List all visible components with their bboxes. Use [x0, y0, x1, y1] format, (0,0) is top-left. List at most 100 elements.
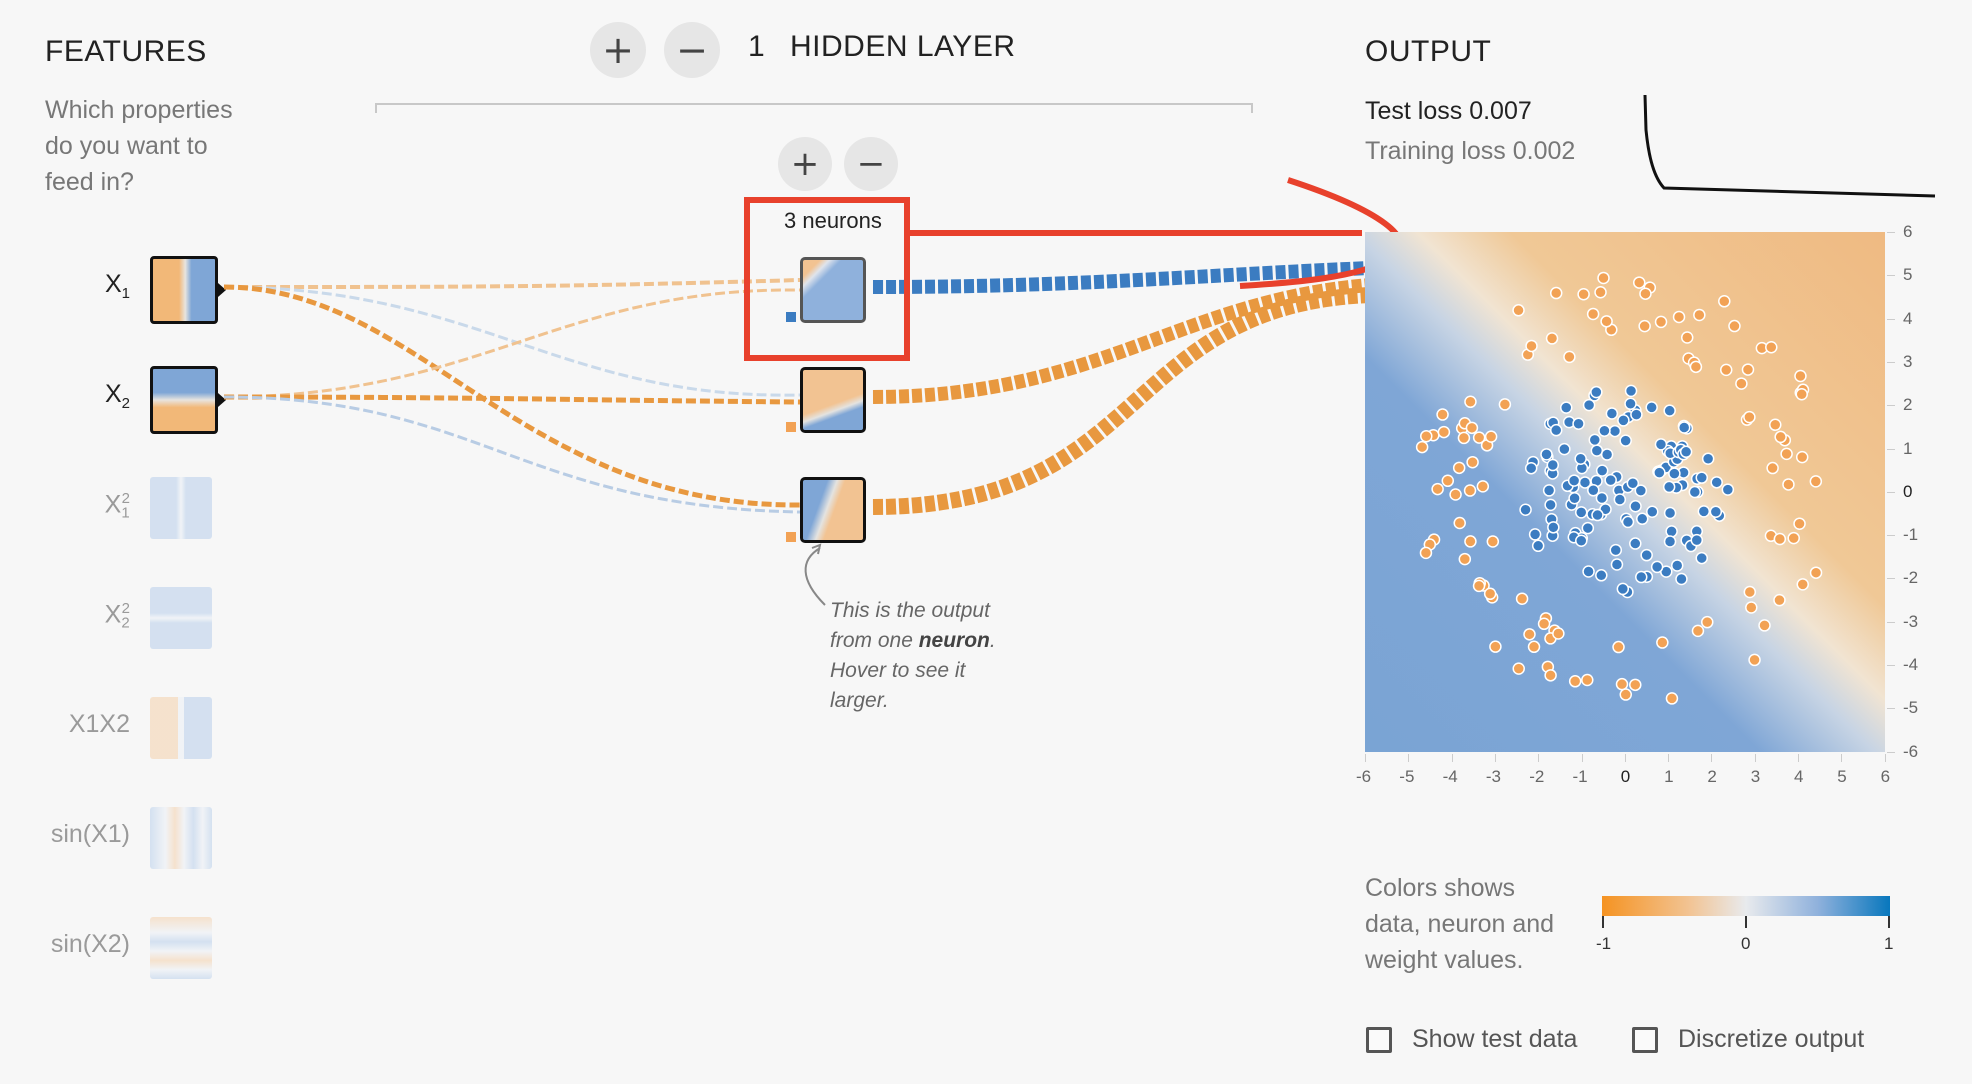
features-title: FEATURES: [45, 35, 207, 68]
scale-tick-mid: [1745, 916, 1747, 928]
data-point: [1419, 546, 1433, 560]
data-point: [1616, 582, 1630, 596]
legend-line-3: weight values.: [1365, 946, 1524, 974]
data-point: [1766, 461, 1779, 475]
x-tick-label: 4: [1794, 767, 1804, 786]
data-point: [1610, 558, 1624, 571]
feature-x2-toggle[interactable]: [150, 366, 218, 434]
data-point: [1476, 480, 1490, 493]
training-loss: Training loss 0.002: [1365, 137, 1576, 165]
discretize-output-label[interactable]: Discretize output: [1678, 1025, 1864, 1054]
output-heatmap[interactable]: [1365, 232, 1885, 752]
data-point: [1453, 516, 1466, 530]
discretize-output-checkbox[interactable]: [1632, 1027, 1658, 1053]
data-point: [1582, 565, 1595, 578]
features-question-line-1: Which properties: [45, 96, 233, 124]
data-point: [1670, 559, 1684, 572]
y-tick-label: 0: [1903, 481, 1913, 501]
neuron-1[interactable]: [800, 257, 866, 323]
feature-x1-output-arrow: [218, 283, 226, 297]
scale-tick-max: [1888, 916, 1890, 928]
data-point: [1544, 669, 1557, 682]
data-point: [1639, 287, 1652, 300]
data-point: [1586, 307, 1600, 321]
data-point: [1679, 445, 1693, 459]
data-point: [1782, 478, 1795, 491]
data-point: [1568, 675, 1582, 688]
data-point: [1581, 521, 1595, 535]
link-x1-n3: [223, 284, 801, 508]
data-point: [1630, 408, 1643, 421]
remove-neuron-button[interactable]: −: [844, 137, 898, 191]
feature-sin-x2-toggle[interactable]: [150, 917, 212, 979]
data-point: [1690, 533, 1704, 547]
feature-x2-squared-toggle[interactable]: [150, 587, 212, 649]
data-points: [1415, 271, 1823, 705]
data-point: [1498, 398, 1512, 411]
add-neuron-button[interactable]: +: [778, 137, 832, 191]
data-point: [1568, 491, 1581, 505]
x-tick-mark: [1408, 754, 1410, 762]
data-point: [1795, 388, 1808, 401]
data-point: [1545, 332, 1559, 345]
show-test-data-checkbox[interactable]: [1366, 1027, 1392, 1053]
data-point: [1635, 570, 1648, 584]
data-point: [1466, 455, 1479, 469]
y-tick-mark: [1887, 621, 1895, 623]
data-point: [1710, 476, 1723, 489]
data-point: [1619, 434, 1632, 447]
data-point: [1688, 485, 1702, 499]
data-point: [1597, 271, 1610, 285]
show-test-data-label[interactable]: Show test data: [1412, 1025, 1577, 1054]
data-point: [1697, 505, 1711, 518]
remove-hidden-layer-button[interactable]: −: [664, 22, 720, 78]
data-point: [1512, 662, 1525, 675]
data-point: [1472, 579, 1486, 593]
data-point: [1605, 407, 1619, 420]
feature-x1-squared-toggle[interactable]: [150, 477, 212, 539]
data-point: [1420, 429, 1433, 443]
data-point: [1546, 458, 1560, 472]
scale-tick-min: [1602, 916, 1604, 928]
data-point: [1612, 640, 1625, 654]
x-tick-label: 5: [1837, 767, 1847, 786]
add-hidden-layer-button[interactable]: +: [590, 22, 646, 78]
data-point: [1600, 448, 1614, 461]
data-point: [1709, 505, 1723, 518]
y-tick-label: 1: [1903, 438, 1913, 458]
data-point: [1735, 377, 1748, 390]
y-tick-label: -6: [1903, 741, 1919, 761]
data-point: [1624, 384, 1638, 398]
data-point: [1773, 532, 1787, 546]
feature-sin-x1-toggle[interactable]: [150, 807, 212, 869]
data-point: [1765, 341, 1778, 354]
neuron-3-bias[interactable]: [786, 532, 796, 542]
data-point: [1594, 285, 1607, 299]
data-point: [1582, 398, 1596, 412]
data-point: [1436, 408, 1449, 421]
data-point: [1604, 473, 1617, 487]
y-tick-mark: [1887, 708, 1895, 710]
neuron-1-bias[interactable]: [786, 312, 796, 322]
feature-x1x2-toggle[interactable]: [150, 697, 212, 759]
data-point: [1531, 539, 1545, 553]
data-point: [1587, 484, 1600, 497]
feature-x1-toggle[interactable]: [150, 256, 218, 324]
x-tick-mark: [1884, 754, 1886, 762]
data-point: [1654, 315, 1668, 329]
data-point: [1663, 535, 1677, 548]
link-n1-output: [872, 261, 1371, 294]
y-tick-mark: [1887, 275, 1895, 277]
data-point: [1515, 592, 1529, 605]
data-point: [1552, 627, 1565, 640]
y-tick-mark: [1887, 491, 1895, 493]
neuron-2[interactable]: [800, 367, 866, 433]
data-point: [1458, 552, 1472, 566]
neuron-3[interactable]: [800, 477, 866, 543]
data-point: [1563, 350, 1576, 364]
data-point: [1646, 505, 1659, 519]
data-point: [1525, 339, 1538, 353]
neuron-2-bias[interactable]: [786, 422, 796, 432]
data-point: [1613, 493, 1627, 506]
data-point: [1464, 535, 1477, 548]
